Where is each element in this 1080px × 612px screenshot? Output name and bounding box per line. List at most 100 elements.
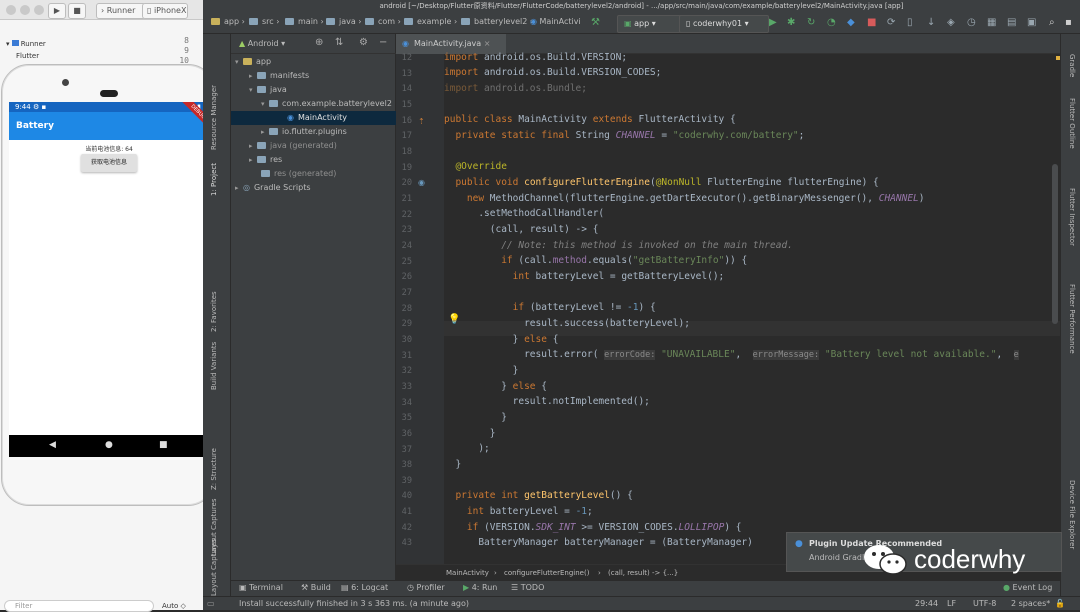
tree-item-java-generated[interactable]: ▸ java (generated) [231, 139, 414, 153]
tree-item-app[interactable]: ▾ app [231, 55, 400, 69]
run-icon[interactable]: ▶ [769, 16, 777, 30]
implements-gutter-icon[interactable]: ◉ [418, 178, 425, 187]
gear-icon[interactable]: ⚙ [359, 37, 368, 48]
tool-flutter-outline[interactable]: Flutter Outline [1068, 98, 1076, 149]
get-battery-button[interactable]: 获取电池信息 [81, 154, 137, 172]
tree-item-gradle-scripts[interactable]: ▸ ◎ Gradle Scripts [231, 181, 400, 195]
battery-info-text: 当前电池信息: 64 [85, 146, 133, 153]
collapse-icon[interactable]: ⇅ [335, 37, 343, 48]
tool-todo[interactable]: ☰ TODO [511, 583, 544, 592]
tool-build[interactable]: ⚒ Build [301, 583, 331, 592]
breadcrumb[interactable]: java › [326, 17, 362, 26]
zoom-window-icon[interactable] [34, 5, 44, 15]
tool-layout-captures-2[interactable]: Layout Captures [210, 538, 218, 596]
line-separator[interactable]: LF [947, 597, 956, 611]
code-line: result.success(batteryLevel); [444, 318, 690, 329]
sync-icon[interactable]: ⟳ [887, 16, 895, 30]
sdk-manager-icon[interactable]: ↓ [927, 16, 935, 30]
tree-item-res[interactable]: ▸ res [231, 153, 414, 167]
indent-setting[interactable]: 2 spaces* [1011, 597, 1050, 611]
breadcrumb[interactable]: example › [404, 17, 457, 26]
run-icon[interactable]: ▶ [48, 3, 66, 19]
nav-item-runner[interactable]: ▾ Runner [6, 40, 46, 48]
resource-icon[interactable]: ▣ [1027, 16, 1036, 30]
tab-mainactivity[interactable]: ◉ MainActivity.java × [396, 34, 506, 54]
attach-debugger-icon[interactable]: ◆ [847, 16, 855, 30]
apply-changes-icon[interactable]: ↻ [807, 16, 815, 30]
project-view-selector[interactable]: ▲ Android ▾ [239, 39, 285, 48]
run-config-label: app [634, 19, 650, 28]
editor-tabs: ◉ MainActivity.java × [396, 34, 1060, 54]
hide-icon[interactable]: − [379, 37, 387, 48]
tool-favorites[interactable]: 2: Favorites [210, 291, 218, 332]
code-editor[interactable]: ◉ MainActivity.java × 💡 ⇡ ◉ import androi… [396, 34, 1060, 580]
device-selector[interactable]: ▯ iPhoneX [142, 3, 188, 19]
editor-scrollbar[interactable] [1052, 164, 1058, 324]
app-title: Battery [16, 121, 54, 131]
breadcrumb[interactable]: ◉ MainActivi [530, 17, 581, 26]
breadcrumb[interactable]: src › [249, 17, 279, 26]
breadcrumb[interactable]: batterylevel2 › [461, 17, 533, 26]
stop-icon[interactable]: ■ [68, 3, 86, 19]
event-icon[interactable]: ▪ [1065, 16, 1072, 30]
override-gutter-icon[interactable]: ⇡ [418, 117, 425, 126]
xcode-line-number: 9 [184, 46, 189, 55]
tool-resource-manager[interactable]: Resource Manager [210, 85, 218, 150]
close-tab-icon[interactable]: × [484, 39, 491, 48]
status-bar: ▭ Install successfully finished in 3 s 3… [203, 596, 1080, 610]
breadcrumb[interactable]: app › [211, 17, 245, 26]
caret-position[interactable]: 29:44 [915, 597, 938, 611]
code-line: public void configureFlutterEngine(@NonN… [455, 177, 879, 188]
close-window-icon[interactable] [6, 5, 16, 15]
layout-inspector-icon[interactable]: ▦ [987, 16, 996, 30]
run-config-selector[interactable]: ▣ app ▾ [617, 15, 683, 33]
avd-manager-icon[interactable]: ▯ [907, 16, 913, 30]
flutter-icon[interactable]: ◈ [947, 16, 955, 30]
tool-run[interactable]: ▶ 4: Run [463, 583, 497, 592]
chevron-right-icon: › [494, 569, 497, 577]
line-number: 35 [401, 413, 412, 424]
device-selector[interactable]: ▯ coderwhy01 ▾ [679, 15, 769, 33]
search-icon[interactable]: ⌕ [1049, 16, 1055, 30]
status-message[interactable]: Install successfully finished in 3 s 363… [239, 597, 469, 611]
tool-flutter-inspector[interactable]: Flutter Inspector [1068, 188, 1076, 246]
recents-icon[interactable]: ■ [159, 440, 168, 450]
home-icon[interactable]: ● [105, 440, 113, 450]
stop-icon[interactable]: ■ [867, 16, 876, 30]
tool-terminal[interactable]: ▣ Terminal [239, 583, 283, 592]
tool-gradle[interactable]: Gradle [1068, 54, 1076, 77]
tool-event-log[interactable]: ● Event Log [1003, 583, 1052, 592]
tool-build-variants[interactable]: Build Variants [210, 342, 218, 390]
profile-icon[interactable]: ◔ [827, 16, 836, 30]
bottom-tool-bar: ▣ Terminal ⚒ Build ▤ 6: Logcat ◷ Profile… [231, 580, 1060, 596]
filter-input[interactable]: Filter [4, 600, 154, 612]
minimize-window-icon[interactable] [20, 5, 30, 15]
code-crumb[interactable]: (call, result) -> {...} [608, 565, 678, 581]
line-number: 22 [401, 209, 412, 220]
performance-icon[interactable]: ◷ [967, 16, 976, 30]
nav-item-flutter[interactable]: Flutter [16, 52, 39, 60]
tool-logcat[interactable]: ▤ 6: Logcat [341, 583, 388, 592]
tool-structure[interactable]: Z: Structure [210, 448, 218, 490]
tree-item-java[interactable]: ▾ java [231, 83, 414, 97]
locate-icon[interactable]: ⊕ [315, 37, 323, 48]
code-crumb[interactable]: configureFlutterEngine() [504, 565, 589, 581]
tree-item-manifests[interactable]: ▸ manifests [231, 69, 414, 83]
class-icon: ◉ [402, 39, 409, 48]
tool-window-toggle-icon[interactable]: ▭ [207, 597, 215, 611]
tool-device-file-explorer[interactable]: Device File Explorer [1068, 480, 1076, 549]
lock-icon[interactable]: 🔓 [1055, 597, 1065, 611]
code-crumb[interactable]: MainActivity [446, 565, 489, 581]
file-encoding[interactable]: UTF-8 [973, 597, 996, 611]
back-icon[interactable]: ◀ [49, 440, 56, 450]
auto-dropdown[interactable]: Auto ◇ [162, 602, 186, 610]
breadcrumb[interactable]: com › [365, 17, 401, 26]
build-hammer-icon[interactable]: ⚒ [591, 16, 600, 30]
debug-icon[interactable]: ✱ [787, 16, 795, 30]
breadcrumb[interactable]: main › [285, 17, 324, 26]
device-manager-icon[interactable]: ▤ [1007, 16, 1016, 30]
tool-project[interactable]: 1: Project [210, 163, 218, 196]
tool-flutter-performance[interactable]: Flutter Performance [1068, 284, 1076, 354]
scheme-selector[interactable]: › Runner [96, 3, 146, 19]
tool-profiler[interactable]: ◷ Profiler [407, 583, 445, 592]
